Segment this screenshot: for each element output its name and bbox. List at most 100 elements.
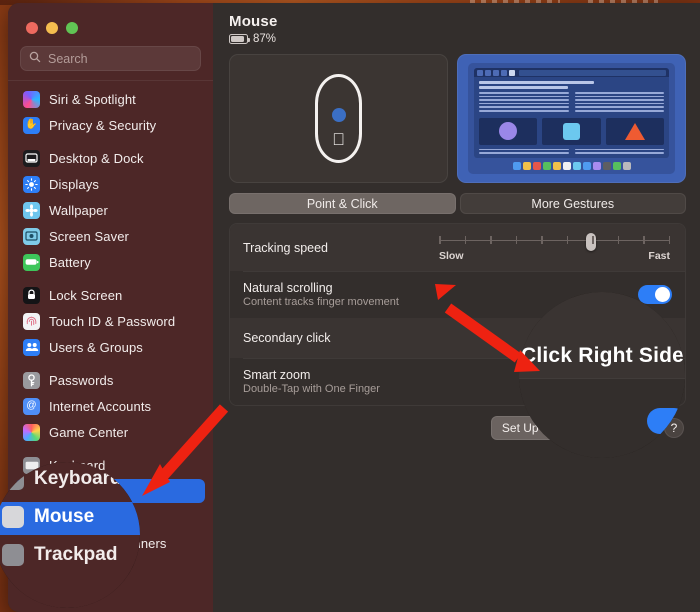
- toggle-knob: [655, 287, 670, 302]
- sidebar-nav: Siri & Spotlight ✋ Privacy & Security De…: [8, 87, 213, 555]
- siri-icon: [23, 90, 40, 108]
- mouse-scroll-dot: [331, 108, 346, 122]
- battery-status: 87%: [229, 33, 686, 45]
- sidebar-item-label: Siri & Spotlight: [49, 91, 136, 107]
- sidebar-item-passwords[interactable]: Passwords: [16, 368, 205, 392]
- lock-screen-icon: [23, 286, 40, 304]
- keyboard-icon: [23, 456, 40, 474]
- window-controls[interactable]: [8, 13, 213, 44]
- desktop-dock-icon: [23, 149, 40, 167]
- display-brightness-icon: [23, 175, 40, 193]
- gesture-preview-panel[interactable]: [457, 54, 686, 183]
- preview-toolbar: [474, 68, 669, 77]
- secondary-click-popup-button[interactable]: Click Right Side: [550, 327, 672, 349]
- sidebar-item-mouse[interactable]: Mouse: [16, 479, 205, 503]
- sidebar-item-internet-accounts[interactable]: @ Internet Accounts: [16, 394, 205, 418]
- zoom-button[interactable]: [66, 22, 78, 34]
- chevron-up-down-icon: [654, 330, 667, 346]
- row-tracking-speed: Tracking speed Slow Fast: [230, 224, 685, 271]
- sidebar-item-label: Desktop & Dock: [49, 150, 144, 166]
- users-groups-icon: [23, 338, 40, 356]
- screen-saver-icon: [23, 227, 40, 245]
- content-pane: Mouse 87% : [213, 3, 700, 612]
- page-title: Mouse: [229, 13, 278, 30]
- set-up-bluetooth-mouse-button[interactable]: Set Up Bluetooth Mouse…: [490, 416, 655, 440]
- system-settings-window: Siri & Spotlight ✋ Privacy & Security De…: [8, 3, 700, 612]
- shield-hand-icon: ✋: [23, 116, 40, 134]
- sidebar-item-label: Internet Accounts: [49, 398, 152, 414]
- sidebar-item-label: Privacy & Security: [49, 117, 157, 133]
- sidebar-item-label: Lock Screen: [49, 287, 123, 303]
- row-subtitle: Content tracks finger movement: [243, 296, 399, 308]
- sidebar-group-2: Lock Screen Touch ID & Password Users & …: [16, 283, 205, 359]
- tab-point-and-click[interactable]: Point & Click: [229, 193, 456, 214]
- natural-scrolling-toggle[interactable]: [638, 285, 672, 304]
- printer-icon: [23, 534, 40, 552]
- preview-dock: [474, 158, 669, 170]
- help-button[interactable]: ?: [664, 418, 684, 438]
- preview-square-shape: [562, 122, 580, 140]
- row-secondary-click: Secondary click Click Right Side: [230, 318, 685, 358]
- mouse-icon: [23, 482, 40, 500]
- preview-screen: [468, 63, 675, 174]
- at-sign-icon: @: [23, 397, 40, 415]
- sidebar-item-screen-saver[interactable]: Screen Saver: [16, 224, 205, 248]
- wallpaper-icon: [23, 201, 40, 219]
- sidebar-item-label: Keyboard: [49, 457, 106, 473]
- sidebar-item-label: Printers & Scanners: [49, 535, 167, 551]
- row-natural-scrolling: Natural scrolling Content tracks finger …: [230, 271, 685, 318]
- sidebar-group-0: Siri & Spotlight ✋ Privacy & Security: [16, 87, 205, 137]
- sidebar-item-label: Touch ID & Password: [49, 313, 176, 329]
- sidebar: Siri & Spotlight ✋ Privacy & Security De…: [8, 3, 213, 612]
- search-container: [8, 44, 213, 80]
- battery-icon: [23, 253, 40, 271]
- battery-percent-label: 87%: [253, 33, 277, 45]
- sidebar-item-siri-spotlight[interactable]: Siri & Spotlight: [16, 87, 205, 111]
- battery-gauge-icon: [229, 34, 250, 44]
- sidebar-item-label: Screen Saver: [49, 228, 129, 244]
- minimize-button[interactable]: [46, 22, 58, 34]
- close-button[interactable]: [26, 22, 38, 34]
- sidebar-group-3: Passwords @ Internet Accounts Game Cente…: [16, 368, 205, 444]
- slider-max-label: Fast: [648, 249, 670, 262]
- sidebar-item-game-center[interactable]: Game Center: [16, 420, 205, 444]
- sidebar-item-label: Displays: [49, 176, 99, 192]
- sidebar-item-trackpad[interactable]: Trackpad: [16, 505, 205, 529]
- sidebar-item-keyboard[interactable]: Keyboard: [16, 453, 205, 477]
- preview-panels: : [229, 54, 686, 183]
- row-title: Natural scrolling: [243, 281, 333, 295]
- search-input[interactable]: [48, 51, 192, 66]
- preview-shapes: [479, 117, 664, 145]
- popup-value-label: Click Right Side: [560, 331, 649, 345]
- sidebar-item-displays[interactable]: Displays: [16, 172, 205, 196]
- sidebar-item-lock-screen[interactable]: Lock Screen: [16, 283, 205, 307]
- preview-circle-shape: [499, 122, 518, 141]
- game-center-icon: [23, 423, 40, 441]
- slider-track[interactable]: [439, 232, 670, 251]
- sidebar-item-label: Trackpad: [49, 509, 104, 525]
- search-box[interactable]: [20, 46, 201, 71]
- smart-zoom-toggle[interactable]: [638, 372, 672, 391]
- mouse-illustration-panel: : [229, 54, 448, 183]
- slider-ticks: [439, 236, 670, 245]
- tab-more-gestures[interactable]: More Gestures: [459, 193, 686, 214]
- slider-min-label: Slow: [439, 249, 464, 262]
- row-title: Tracking speed: [243, 240, 328, 255]
- preview-triangle-shape: [624, 122, 645, 140]
- sidebar-item-label: Mouse: [49, 483, 89, 499]
- preview-window: [474, 68, 669, 158]
- sidebar-item-desktop-dock[interactable]: Desktop & Dock: [16, 146, 205, 170]
- sidebar-item-users-groups[interactable]: Users & Groups: [16, 335, 205, 359]
- tracking-speed-slider[interactable]: Slow Fast: [439, 232, 672, 262]
- sidebar-item-wallpaper[interactable]: Wallpaper: [16, 198, 205, 222]
- segmented-control[interactable]: Point & Click More Gestures: [229, 193, 686, 214]
- search-icon: [29, 50, 41, 68]
- sidebar-item-privacy-security[interactable]: ✋ Privacy & Security: [16, 113, 205, 137]
- sidebar-item-label: Passwords: [49, 372, 114, 388]
- slider-labels: Slow Fast: [439, 250, 670, 262]
- fingerprint-icon: [23, 312, 40, 330]
- sidebar-item-battery[interactable]: Battery: [16, 250, 205, 274]
- sidebar-item-printers-scanners[interactable]: Printers & Scanners: [16, 531, 205, 555]
- sidebar-item-touch-id[interactable]: Touch ID & Password: [16, 309, 205, 333]
- preview-url-bar: [519, 69, 666, 76]
